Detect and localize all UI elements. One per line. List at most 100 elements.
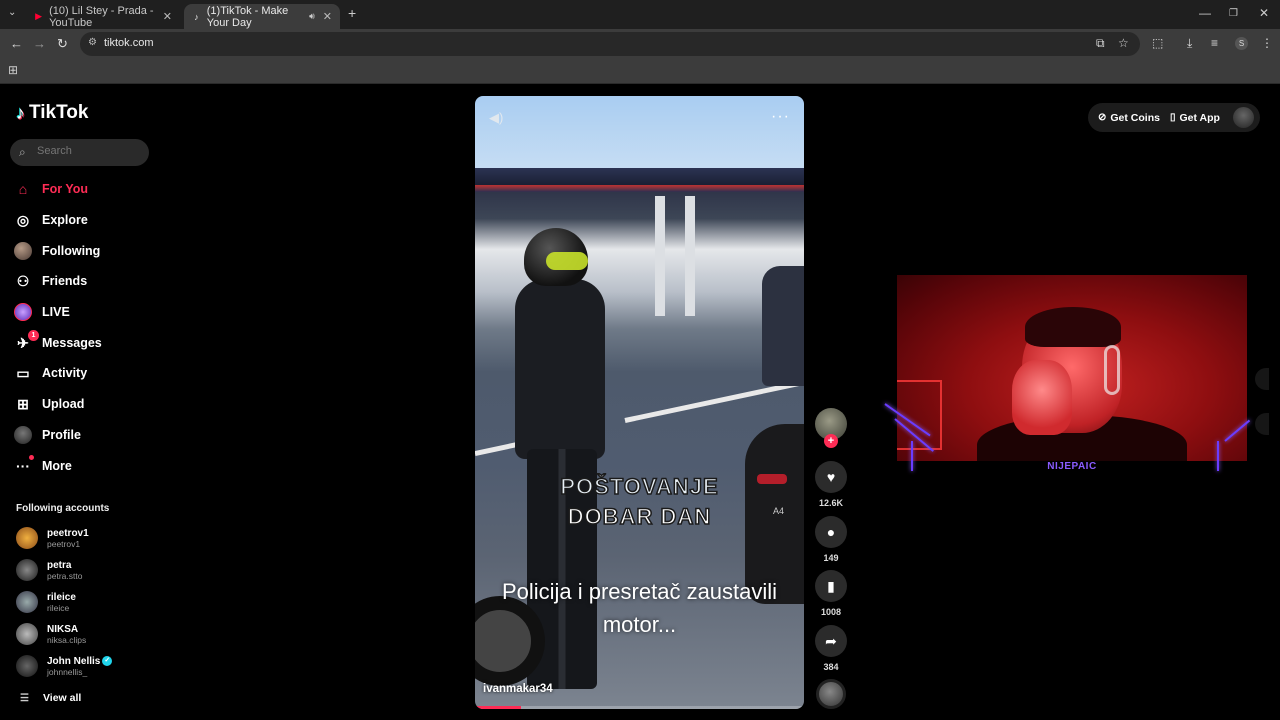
sidebar-item-following[interactable]: Following	[14, 241, 100, 261]
close-tab-icon[interactable]: ✕	[323, 10, 332, 23]
install-app-icon[interactable]: ⧉	[1096, 36, 1105, 51]
overlay-text-line-2: DOBAR DAN	[567, 503, 712, 530]
avatar	[16, 591, 38, 613]
sidebar-item-label: Messages	[42, 336, 102, 350]
tiktok-logo[interactable]: ♪ TikTok	[16, 102, 88, 124]
reload-icon[interactable]: ↻	[57, 36, 68, 52]
tab-title: (10) Lil Stey - Prada - YouTube	[49, 4, 154, 29]
overlay-text-line-1: POŠTOVANJE	[560, 473, 719, 500]
audio-playing-icon[interactable]: 🔊︎	[309, 11, 315, 22]
close-tab-icon[interactable]: ✕	[163, 10, 172, 23]
account-name: petra	[47, 559, 72, 571]
account-username: rileice	[47, 602, 70, 613]
account-item[interactable]: rileice rileice	[16, 591, 76, 613]
like-button[interactable]: ♥ 12.6K	[815, 461, 847, 508]
account-username: johnnellis_	[47, 666, 88, 677]
view-all-link[interactable]: ☰ View all	[20, 692, 81, 704]
sidebar-item-label: Following	[42, 244, 101, 258]
get-app-button[interactable]: ▯ Get App	[1170, 112, 1220, 124]
minimize-button[interactable]: —	[1199, 6, 1211, 20]
bookmark-star-icon[interactable]: ☆	[1118, 36, 1129, 50]
sidebar-item-label: For You	[42, 182, 89, 196]
sidebar-item-upload[interactable]: ⊞ Upload	[14, 394, 84, 414]
close-window-button[interactable]: ✕	[1259, 6, 1269, 20]
sidebar-item-profile[interactable]: Profile	[14, 425, 81, 445]
messages-icon: ✈︎ 1	[14, 330, 39, 352]
tab-search-icon[interactable]: ⌄	[8, 7, 16, 18]
friends-icon: ⚇	[16, 272, 30, 289]
tab-youtube[interactable]: ▶ (10) Lil Stey - Prada - YouTube ✕	[26, 4, 180, 29]
sidebar-item-activity[interactable]: ▭ Activity	[14, 363, 87, 383]
upload-icon: ⊞	[17, 395, 29, 412]
sidebar-item-friends[interactable]: ⚇ Friends	[14, 271, 87, 291]
more-options-icon[interactable]: ···	[771, 108, 790, 126]
search-box[interactable]: ⌕	[10, 139, 149, 166]
media-control-icon[interactable]: ≡	[1211, 36, 1218, 50]
apps-grid-icon[interactable]: ⊞	[8, 63, 18, 77]
share-icon: ➦	[815, 625, 847, 657]
logo-text: TikTok	[29, 102, 89, 123]
save-button[interactable]: ▮ 1008	[815, 570, 847, 617]
site-info-icon[interactable]: ⚙︎	[88, 37, 97, 48]
video-player[interactable]: A4 ◀︎) ··· POŠTOVANJE DOBAR DAN Policija…	[475, 96, 804, 709]
profile-avatar[interactable]: S	[1235, 37, 1248, 50]
account-item[interactable]: John Nellis ✓ johnnellis_	[16, 655, 113, 677]
home-icon: ⌂	[18, 181, 28, 197]
video-progress-fill	[475, 706, 522, 709]
comment-count: 149	[823, 553, 839, 563]
sidebar-item-label: More	[42, 459, 72, 473]
omnibox[interactable]: ⚙︎ tiktok.com	[80, 32, 1140, 56]
search-input[interactable]	[37, 145, 142, 157]
sidebar-item-messages[interactable]: ✈︎ 1 Messages	[14, 330, 102, 353]
new-tab-button[interactable]: +	[348, 5, 356, 21]
browser-menu-icon[interactable]: ⋮	[1261, 36, 1273, 50]
profile-avatar	[14, 426, 32, 444]
tiktok-note-icon: ♪	[16, 102, 25, 123]
video-progress-bar[interactable]	[475, 706, 804, 709]
previous-video-button[interactable]	[1255, 368, 1269, 390]
get-coins-label: Get Coins	[1110, 111, 1160, 124]
live-icon	[14, 303, 32, 321]
tab-title: (1)TikTok - Make Your Day	[206, 4, 289, 29]
downloads-icon[interactable]: ⤓	[1187, 36, 1192, 51]
forward-icon[interactable]: →	[33, 36, 46, 51]
browser-tab-bar: ⌄ ▶ (10) Lil Stey - Prada - YouTube ✕ ♪ …	[0, 0, 1280, 29]
sidebar-item-more[interactable]: ··· More	[14, 455, 72, 476]
share-count: 384	[823, 662, 839, 672]
music-disc-avatar[interactable]	[816, 679, 846, 709]
neon-line	[1217, 441, 1219, 471]
account-item[interactable]: NIKSA niksa.clips	[16, 623, 86, 645]
restore-button[interactable]: ❐	[1229, 8, 1238, 19]
video-author[interactable]: ivanmakar34	[483, 683, 553, 695]
sidebar-item-explore[interactable]: ◎ Explore	[14, 210, 88, 230]
share-button[interactable]: ➦ 384	[815, 625, 847, 672]
video-scene-officer-2	[762, 266, 804, 386]
follow-plus-button[interactable]: +	[824, 434, 838, 448]
bookmarks-bar: ⊞	[0, 58, 1280, 84]
video-scene-road-line	[624, 380, 802, 423]
coin-icon: ⊘	[1098, 112, 1107, 123]
tab-tiktok[interactable]: ♪ (1)TikTok - Make Your Day 🔊︎ ✕	[184, 4, 340, 29]
sidebar-item-live[interactable]: LIVE	[14, 302, 70, 322]
volume-icon[interactable]: ◀︎)	[489, 110, 503, 126]
headphones-icon	[1104, 345, 1120, 395]
extensions-icon[interactable]: ⬚	[1152, 36, 1163, 50]
webcam-hair	[1025, 307, 1121, 347]
neon-line	[911, 441, 913, 471]
sidebar-item-for-you[interactable]: ⌂ For You	[14, 179, 88, 199]
comment-button[interactable]: ● 149	[815, 516, 847, 563]
next-video-button[interactable]	[1255, 413, 1269, 435]
messages-badge: 1	[28, 330, 39, 341]
account-name: peetrov1	[47, 527, 89, 539]
get-coins-button[interactable]: ⊘ Get Coins	[1098, 112, 1160, 124]
verified-icon: ✓	[102, 655, 113, 666]
account-item[interactable]: petra petra.stto	[16, 559, 82, 581]
user-avatar[interactable]	[1233, 107, 1254, 128]
webcam-hand	[1012, 360, 1072, 435]
avatar	[16, 559, 38, 581]
back-icon[interactable]: ←	[10, 36, 23, 51]
account-item[interactable]: peetrov1 peetrov1	[16, 527, 89, 549]
sidebar-item-label: LIVE	[42, 305, 70, 319]
bookmark-icon: ▮	[815, 570, 847, 602]
sidebar-item-label: Profile	[42, 428, 81, 442]
